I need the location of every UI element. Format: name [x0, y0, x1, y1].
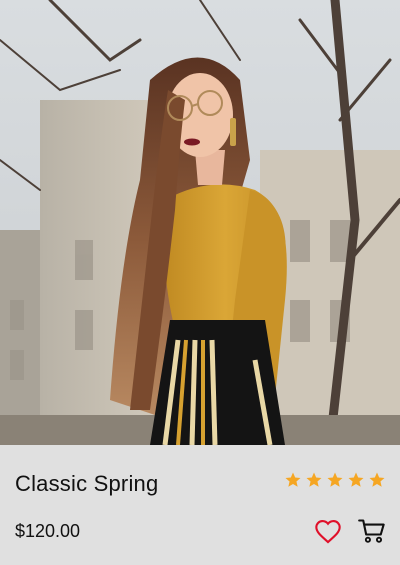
product-info-panel: Classic Spring $120.00 — [0, 445, 400, 565]
rating-stars — [284, 471, 386, 489]
star-icon — [327, 472, 343, 487]
product-actions — [314, 517, 386, 545]
heart-icon — [315, 520, 341, 544]
product-image[interactable] — [0, 0, 400, 445]
cart-icon — [358, 519, 385, 543]
star-icon — [348, 472, 364, 487]
star-icon — [369, 472, 385, 487]
product-title: Classic Spring — [15, 471, 159, 496]
star-icon — [285, 472, 301, 487]
wishlist-button[interactable] — [314, 517, 342, 545]
product-card[interactable]: Classic Spring $120.00 — [0, 0, 400, 565]
product-photo-illustration — [0, 0, 400, 445]
star-icon — [306, 472, 322, 487]
product-price: $120.00 — [15, 521, 81, 541]
add-to-cart-button[interactable] — [358, 517, 386, 545]
